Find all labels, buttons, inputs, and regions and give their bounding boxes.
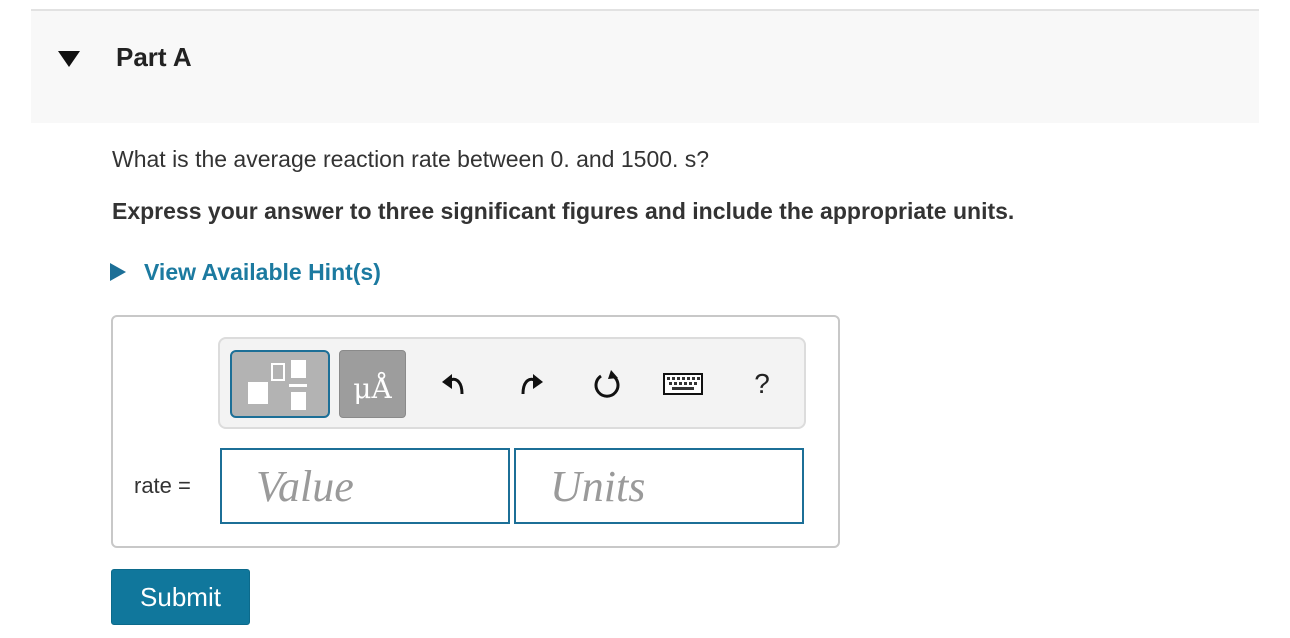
rate-label: rate = [134, 473, 191, 498]
units-button[interactable]: μÅ [339, 350, 406, 418]
fraction-template-icon [248, 360, 307, 410]
reset-button[interactable] [587, 366, 627, 402]
undo-button[interactable] [434, 366, 474, 402]
view-hints-link[interactable]: View Available Hint(s) [110, 258, 381, 286]
help-label: ? [754, 368, 770, 399]
expand-triangle-icon [110, 263, 126, 281]
value-input[interactable] [220, 448, 510, 524]
help-button[interactable]: ? [742, 366, 782, 402]
units-input[interactable] [514, 448, 804, 524]
redo-button[interactable] [511, 366, 551, 402]
units-symbol: μÅ [353, 371, 392, 405]
instruction-text: Express your answer to three significant… [112, 198, 1015, 224]
templates-button[interactable] [230, 350, 330, 418]
redo-icon [521, 374, 543, 395]
submit-button[interactable]: Submit [111, 569, 250, 625]
collapse-triangle-icon[interactable] [58, 51, 80, 67]
view-hints-label: View Available Hint(s) [144, 258, 381, 285]
undo-icon [442, 374, 464, 395]
part-header [31, 11, 1259, 123]
keyboard-icon [663, 373, 703, 395]
part-title: Part A [116, 42, 192, 72]
question-text: What is the average reaction rate betwee… [112, 146, 710, 172]
keyboard-button[interactable] [662, 366, 704, 402]
reset-icon [594, 370, 620, 398]
